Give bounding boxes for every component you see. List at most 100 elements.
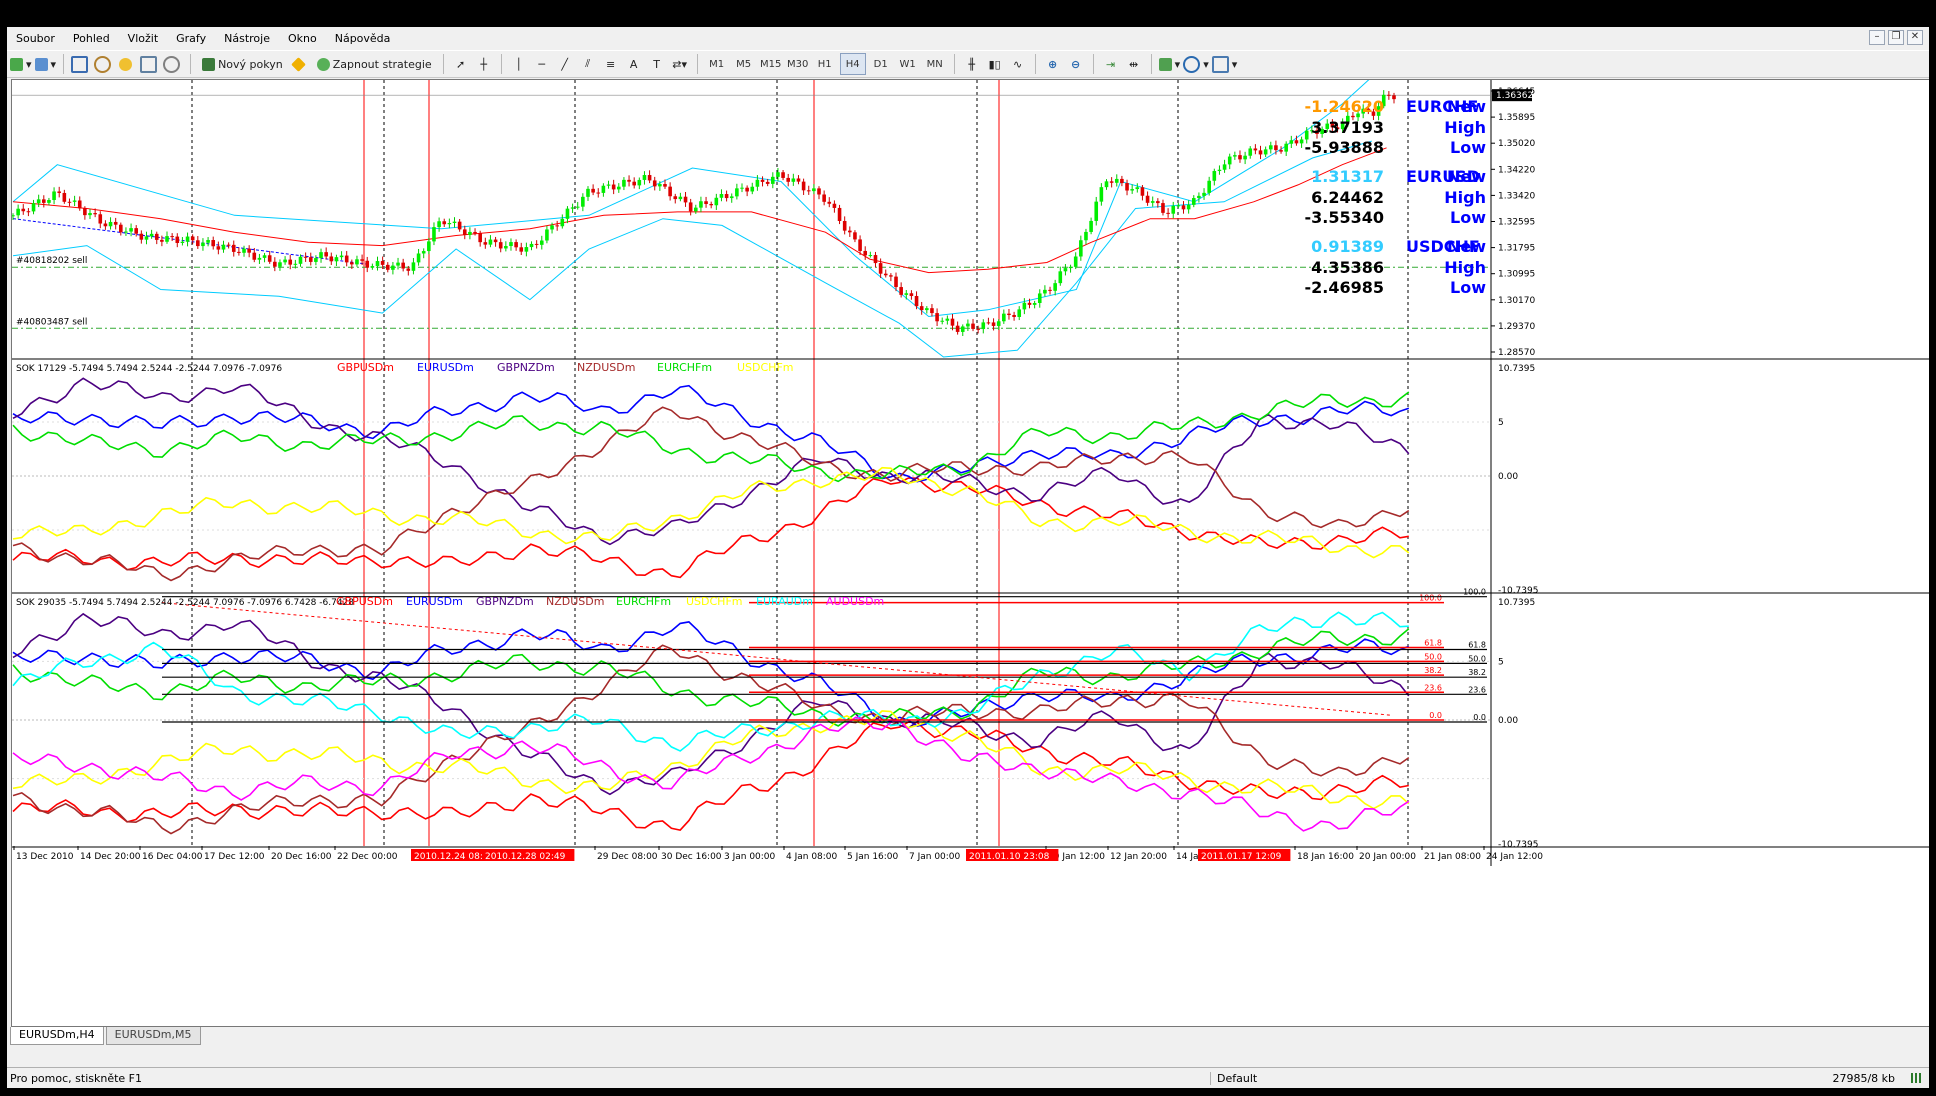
close-button[interactable]: ✕ [1907, 30, 1923, 45]
candle-body [1156, 201, 1160, 204]
trendline-tool[interactable]: ╱ [555, 54, 575, 74]
chart-shift-button[interactable]: ⇹ [1124, 54, 1144, 74]
zoom-in-button[interactable]: ⊕ [1043, 54, 1063, 74]
pair-new-value: 0.91389 [1311, 237, 1384, 256]
diamond-icon [290, 56, 306, 72]
series-line-gbpusdm [12, 721, 1409, 831]
candle-body [688, 202, 693, 212]
candle-body [647, 175, 652, 181]
candle-body [658, 184, 662, 187]
arrows-tool[interactable]: ⇄▾ [670, 54, 690, 74]
timeframe-m15[interactable]: M15 [759, 54, 783, 74]
terminal-button[interactable] [140, 54, 160, 74]
candle-body [637, 179, 642, 186]
menu-file[interactable]: Soubor [7, 32, 64, 45]
menu-view[interactable]: Pohled [64, 32, 119, 45]
candle-body [1191, 198, 1196, 205]
periods-button[interactable]: ▾ [1183, 54, 1209, 74]
bar-chart-icon: ╫ [968, 57, 975, 71]
autoscroll-button[interactable]: ⇥ [1101, 54, 1121, 74]
candle-body [391, 265, 395, 270]
candle-body [242, 248, 246, 253]
candle-body [314, 258, 318, 262]
new-order-label: Nový pokyn [218, 57, 283, 71]
candle-body [632, 181, 636, 186]
status-bar: Pro pomoc, stiskněte F1 Default 27985/8 … [7, 1067, 1929, 1088]
candle-body [1294, 140, 1299, 144]
candle-body [1150, 201, 1155, 203]
bar-chart-button[interactable]: ╫ [962, 54, 982, 74]
tester-button[interactable] [163, 54, 183, 74]
tab-eurusd-h4[interactable]: EURUSDm,H4 [10, 1027, 104, 1045]
new-chart-button[interactable]: ▾ [10, 54, 32, 74]
candle-body [257, 257, 262, 260]
indicator-scale-label: 5 [1498, 418, 1504, 428]
candle-body [745, 187, 749, 192]
candle-body [462, 229, 467, 235]
timeframe-m30[interactable]: M30 [786, 54, 810, 74]
data-window-button[interactable] [94, 54, 114, 74]
series-line-gbpusdm [12, 477, 1409, 579]
candle-body [883, 273, 888, 276]
fib-label-red: 0.0 [1429, 711, 1442, 720]
menu-insert[interactable]: Vložit [119, 32, 167, 45]
fibonacci-tool[interactable]: ≡ [601, 54, 621, 74]
timeframe-mn[interactable]: MN [923, 54, 947, 74]
candle-body [1079, 240, 1083, 257]
menu-bar: Soubor Pohled Vložit Grafy Nástroje Okno… [7, 29, 1929, 47]
profiles-button[interactable]: ▾ [34, 54, 56, 74]
minimize-button[interactable]: – [1869, 30, 1885, 45]
candle-body [1248, 148, 1253, 156]
timeframe-m5[interactable]: M5 [732, 54, 756, 74]
line-chart-button[interactable]: ∿ [1008, 54, 1028, 74]
tab-eurusd-m5[interactable]: EURUSDm,M5 [105, 1027, 201, 1045]
templates-button[interactable]: ▾ [1211, 54, 1237, 74]
candlestick-button[interactable]: ▮▯ [985, 54, 1005, 74]
candle-body [473, 231, 477, 234]
crosshair-tool[interactable]: ┼ [474, 54, 494, 74]
metaeditor-button[interactable] [290, 54, 310, 74]
timeframe-h4[interactable]: H4 [839, 53, 866, 75]
candle-body [514, 242, 518, 248]
legend-label: NZDUSDm [546, 595, 604, 608]
fib-label-black: 23.6 [1468, 685, 1486, 694]
indicators-button[interactable]: ▾ [1158, 54, 1180, 74]
candle-body [370, 266, 375, 268]
candle-body [1207, 180, 1211, 193]
candle-body [62, 192, 67, 202]
market-watch-button[interactable] [71, 54, 91, 74]
chart-canvas[interactable]: #40818202 sell #40803487 sell -1.24620 3.37… [12, 80, 1929, 1026]
menu-tools[interactable]: Nástroje [215, 32, 279, 45]
legend-label: USDCHFm [737, 361, 794, 374]
restore-button[interactable]: ❐ [1888, 30, 1904, 45]
chart-area[interactable]: #40818202 sell #40803487 sell -1.24620 3.37… [11, 79, 1929, 1027]
text-tool[interactable]: A [624, 54, 644, 74]
vertical-line-tool[interactable]: │ [509, 54, 529, 74]
pair-high-tag: High [1444, 118, 1486, 137]
timeframe-h1[interactable]: H1 [813, 54, 837, 74]
new-order-button[interactable]: Nový pokyn [198, 54, 287, 74]
menu-window[interactable]: Okno [279, 32, 326, 45]
cursor-tool[interactable]: ➚ [451, 54, 471, 74]
candle-body [1197, 195, 1201, 199]
candle-body [899, 287, 903, 295]
new-chart-icon [10, 57, 23, 71]
order-label: #40818202 sell [16, 256, 87, 266]
menu-help[interactable]: Nápověda [326, 32, 400, 45]
horizontal-line-tool[interactable]: ─ [532, 54, 552, 74]
timeframe-w1[interactable]: W1 [896, 54, 920, 74]
navigator-button[interactable] [117, 54, 137, 74]
candle-body [668, 186, 672, 197]
candle-body [760, 179, 765, 182]
zoom-out-button[interactable]: ⊖ [1066, 54, 1086, 74]
timeframe-d1[interactable]: D1 [869, 54, 893, 74]
label-tool[interactable]: T [647, 54, 667, 74]
candle-body [119, 224, 123, 233]
candle-body [960, 326, 965, 332]
menu-charts[interactable]: Grafy [167, 32, 215, 45]
auto-trading-button[interactable]: Zapnout strategie [313, 54, 436, 74]
timeframe-m1[interactable]: M1 [705, 54, 729, 74]
channel-tool[interactable]: ⫽ [578, 54, 598, 74]
candle-body [401, 262, 405, 269]
candle-body [88, 213, 92, 216]
